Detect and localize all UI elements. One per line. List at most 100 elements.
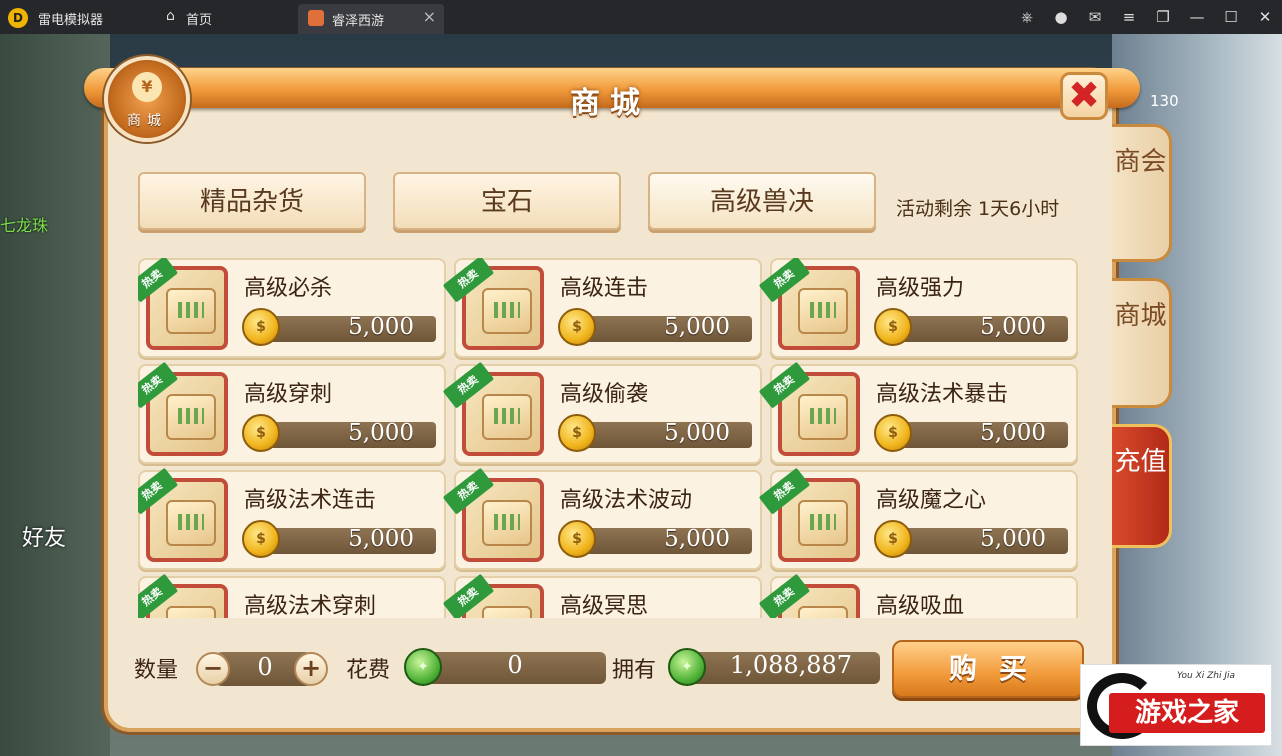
- home-tab[interactable]: ⌂ 首页: [160, 0, 290, 34]
- restore-icon[interactable]: ❐: [1146, 8, 1180, 26]
- item-price: 5,000: [348, 420, 414, 446]
- category-button-skills[interactable]: 高级兽决: [648, 172, 876, 230]
- item-price: 5,000: [348, 314, 414, 340]
- event-countdown: 活动剩余 1天6小时: [896, 198, 1060, 220]
- item-card[interactable]: 热卖 高级魔之心 5,000 $: [758, 467, 1078, 570]
- item-card[interactable]: 热卖 高级吸血: [758, 573, 1078, 618]
- cost-value: 0: [507, 651, 523, 679]
- item-card[interactable]: 热卖 高级法术暴击 5,000 $: [758, 361, 1078, 464]
- item-name: 高级必杀: [244, 276, 333, 301]
- buy-button[interactable]: 购买: [892, 640, 1084, 698]
- scroll-icon: [482, 606, 532, 618]
- side-tab-label: 商城: [1114, 301, 1167, 331]
- side-tab-label: 商会: [1114, 147, 1167, 177]
- scroll-icon: [798, 606, 848, 618]
- minimize-icon[interactable]: —: [1180, 8, 1214, 26]
- shop-title: 商城: [570, 86, 650, 121]
- owned-label: 拥有: [612, 658, 657, 683]
- item-name: 高级连击: [560, 276, 649, 301]
- gold-coin-icon: $: [874, 520, 912, 558]
- item-card[interactable]: 热卖 高级偷袭 5,000 $: [442, 361, 762, 464]
- item-card[interactable]: 热卖 高级必杀 5,000 $: [138, 258, 446, 358]
- item-price: 5,000: [980, 526, 1046, 552]
- emblem-label: 商城: [127, 113, 167, 129]
- item-name: 高级法术穿刺: [244, 594, 377, 618]
- quantity-plus-button[interactable]: +: [294, 652, 328, 686]
- jade-currency-icon: ✦: [404, 648, 442, 686]
- scroll-icon: [798, 394, 848, 440]
- gold-coin-icon: $: [558, 308, 596, 346]
- scroll-icon: [798, 288, 848, 334]
- scene-label: 七龙珠: [0, 216, 49, 235]
- item-name: 高级吸血: [876, 594, 965, 618]
- item-card[interactable]: 热卖 高级法术穿刺: [138, 573, 446, 618]
- quantity-label: 数量: [134, 658, 179, 683]
- item-price: 5,000: [664, 526, 730, 552]
- jade-currency-icon: ✦: [668, 648, 706, 686]
- owned-value: 1,088,887: [729, 651, 853, 679]
- friend-button[interactable]: 好友: [22, 520, 66, 552]
- item-grid: 热卖 高级必杀 5,000 $ 热卖 高级连击 5,000 $ 热卖 高级强力 …: [138, 258, 1080, 618]
- home-icon: ⌂: [166, 8, 175, 24]
- gold-coin-icon: $: [558, 414, 596, 452]
- item-card[interactable]: 热卖 高级冥思: [442, 573, 762, 618]
- quantity-value[interactable]: 0: [240, 653, 290, 681]
- game-tab-icon: [308, 10, 324, 26]
- scroll-icon: [482, 500, 532, 546]
- game-tab[interactable]: 睿泽西游 ×: [298, 4, 444, 34]
- gamepad-icon[interactable]: ⎈: [1010, 8, 1044, 26]
- maximize-icon[interactable]: ☐: [1214, 8, 1248, 26]
- item-name: 高级法术暴击: [876, 382, 1009, 407]
- watermark-title: 游戏之家: [1109, 693, 1265, 733]
- watermark-small-text: You Xi Zhi Jia: [1177, 671, 1236, 681]
- close-button[interactable]: ✖: [1060, 72, 1108, 120]
- menu-icon[interactable]: ≡: [1112, 8, 1146, 26]
- home-tab-label: 首页: [186, 13, 213, 28]
- gold-coin-icon: $: [242, 414, 280, 452]
- gold-coin-icon: $: [242, 308, 280, 346]
- scroll-icon: [482, 394, 532, 440]
- cost-label: 花费: [346, 658, 391, 683]
- money-bag-icon: ¥: [132, 72, 162, 102]
- close-tab-icon[interactable]: ×: [423, 7, 436, 26]
- item-name: 高级冥思: [560, 594, 649, 618]
- item-name: 高级强力: [876, 276, 965, 301]
- item-price: 5,000: [980, 420, 1046, 446]
- watermark-logo: You Xi Zhi Jia 游戏之家: [1080, 664, 1272, 746]
- item-name: 高级穿刺: [244, 382, 333, 407]
- side-tab-label: 充值: [1114, 447, 1167, 477]
- shop-emblem: ¥ 商城: [104, 56, 190, 142]
- item-price: 5,000: [664, 314, 730, 340]
- quantity-minus-button[interactable]: −: [196, 652, 230, 686]
- gold-coin-icon: $: [874, 308, 912, 346]
- item-card[interactable]: 热卖 高级法术连击 5,000 $: [138, 467, 446, 570]
- avatar-icon[interactable]: ●: [1044, 8, 1078, 26]
- emulator-logo-icon: D: [8, 8, 28, 28]
- category-button-goods[interactable]: 精品杂货: [138, 172, 366, 230]
- item-card[interactable]: 热卖 高级穿刺 5,000 $: [138, 361, 446, 464]
- gold-coin-icon: $: [874, 414, 912, 452]
- side-tab-chamber[interactable]: 商会: [1112, 124, 1172, 262]
- item-name: 高级法术连击: [244, 488, 377, 513]
- gold-coin-icon: $: [558, 520, 596, 558]
- item-card[interactable]: 热卖 高级连击 5,000 $: [442, 258, 762, 358]
- scroll-icon: [482, 288, 532, 334]
- scroll-icon: [166, 394, 216, 440]
- level-text: 130: [1150, 92, 1179, 110]
- category-button-gems[interactable]: 宝石: [393, 172, 621, 230]
- emulator-titlebar: D 雷电模拟器 ⌂ 首页 睿泽西游 × ⎈ ● ✉ ≡ ❐ — ☐ ✕: [0, 0, 1282, 34]
- scroll-icon: [798, 500, 848, 546]
- side-tab-recharge[interactable]: 充值: [1112, 424, 1172, 548]
- mail-icon[interactable]: ✉: [1078, 8, 1112, 26]
- game-tab-label: 睿泽西游: [332, 14, 385, 29]
- window-close-icon[interactable]: ✕: [1248, 8, 1282, 26]
- item-name: 高级魔之心: [876, 488, 987, 513]
- item-name: 高级法术波动: [560, 488, 693, 513]
- item-card[interactable]: 热卖 高级法术波动 5,000 $: [442, 467, 762, 570]
- item-card[interactable]: 热卖 高级强力 5,000 $: [758, 258, 1078, 358]
- scroll-icon: [166, 288, 216, 334]
- side-tab-shop[interactable]: 商城: [1112, 278, 1172, 408]
- item-name: 高级偷袭: [560, 382, 649, 407]
- item-price: 5,000: [664, 420, 730, 446]
- item-price: 5,000: [980, 314, 1046, 340]
